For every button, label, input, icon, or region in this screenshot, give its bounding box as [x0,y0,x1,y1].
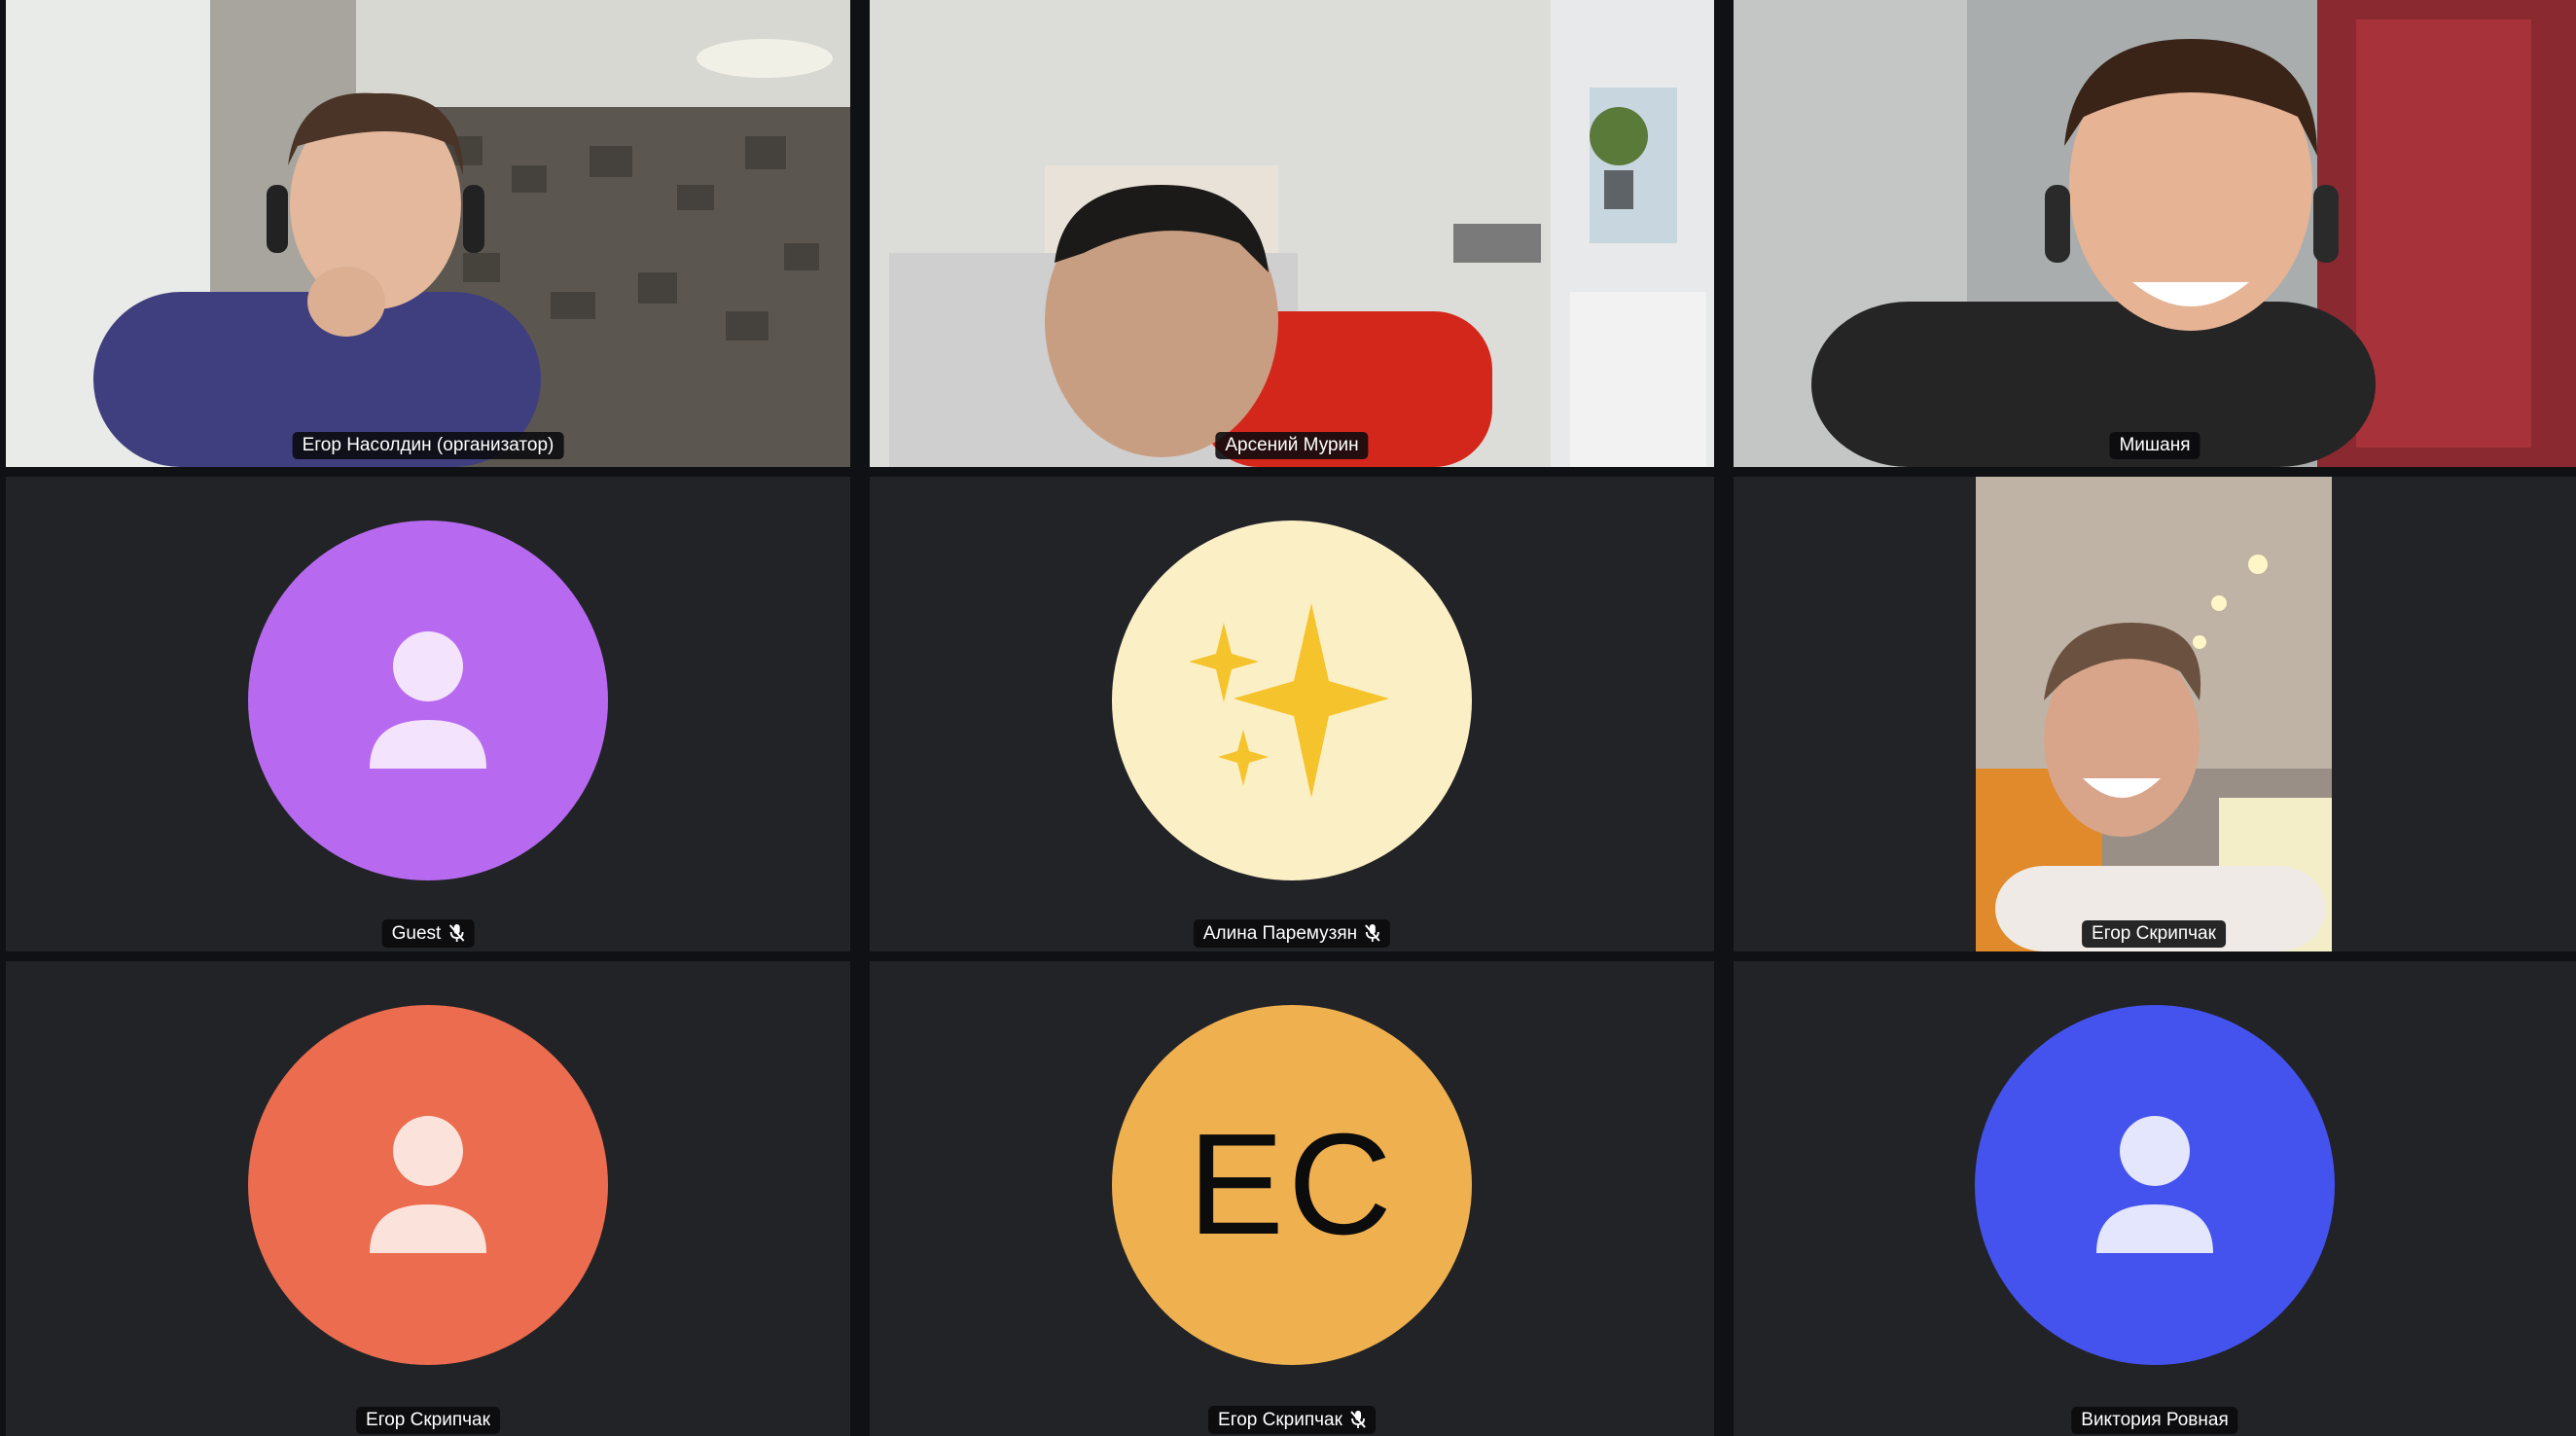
participant-tile-arseniy-murin[interactable]: Арсений Мурин [870,0,1714,467]
mic-off-icon [448,924,465,942]
participant-name: Виктория Ровная [2081,1410,2229,1430]
participant-tile-guest[interactable]: Guest [6,477,850,951]
participant-tile-viktoria-rovnaya[interactable]: Виктория Ровная [1734,961,2576,1436]
participant-tile-mishanya[interactable]: Мишаня [1734,0,2576,467]
participant-name: Guest [391,922,442,944]
avatar [1975,1005,2335,1365]
participant-tile-egor-skripchak-3[interactable]: ЕС Егор Скрипчак [870,961,1714,1436]
participant-name-label: Мишаня [2109,432,2200,459]
participant-name: Мишаня [2119,435,2191,455]
participant-name-label: Арсений Мурин [1215,432,1369,459]
participant-tile-egor-skripchak-video[interactable]: Егор Скрипчак [1734,477,2576,951]
avatar-initials: ЕС [1188,1104,1396,1265]
video-grid: Егор Насолдин (организатор) Арсений Мури… [0,0,2576,1436]
participant-video: Егор Скрипчак [1976,477,2332,951]
mic-off-icon [1350,1411,1366,1428]
participant-video [6,0,850,467]
participant-name-label: Егор Скрипчак [2082,920,2226,948]
participant-video [870,0,1714,467]
participant-name: Арсений Мурин [1225,435,1359,455]
participant-name-label: Guest [381,919,475,948]
participant-name: Егор Насолдин (организатор) [302,435,555,455]
avatar [1112,521,1472,880]
participant-tile-egor-skripchak-2[interactable]: Егор Скрипчак [6,961,850,1436]
person-icon [2096,1116,2213,1253]
avatar [248,521,608,880]
participant-name-label: Егор Скрипчак [356,1407,500,1434]
participant-name-label: Егор Скрипчак [1208,1406,1376,1434]
participant-name-label: Алина Паремузян [1193,919,1391,948]
person-icon [370,1116,486,1253]
sparkles-icon [1189,603,1389,798]
avatar [248,1005,608,1365]
participant-name: Алина Паремузян [1202,922,1358,944]
participant-name: Егор Скрипчак [2092,923,2216,944]
participant-tile-alina-paremuzyan[interactable]: Алина Паремузян [870,477,1714,951]
participant-name: Егор Скрипчак [366,1410,490,1430]
participant-name-label: Виктория Ровная [2071,1407,2238,1434]
mic-off-icon [1365,924,1380,942]
participant-tile-egor-nasoldin[interactable]: Егор Насолдин (организатор) [6,0,850,467]
participant-name-label: Егор Насолдин (организатор) [292,432,564,459]
participant-name: Егор Скрипчак [1218,1409,1342,1430]
person-icon [370,631,486,769]
avatar: ЕС [1112,1005,1472,1365]
participant-video [1734,0,2576,467]
